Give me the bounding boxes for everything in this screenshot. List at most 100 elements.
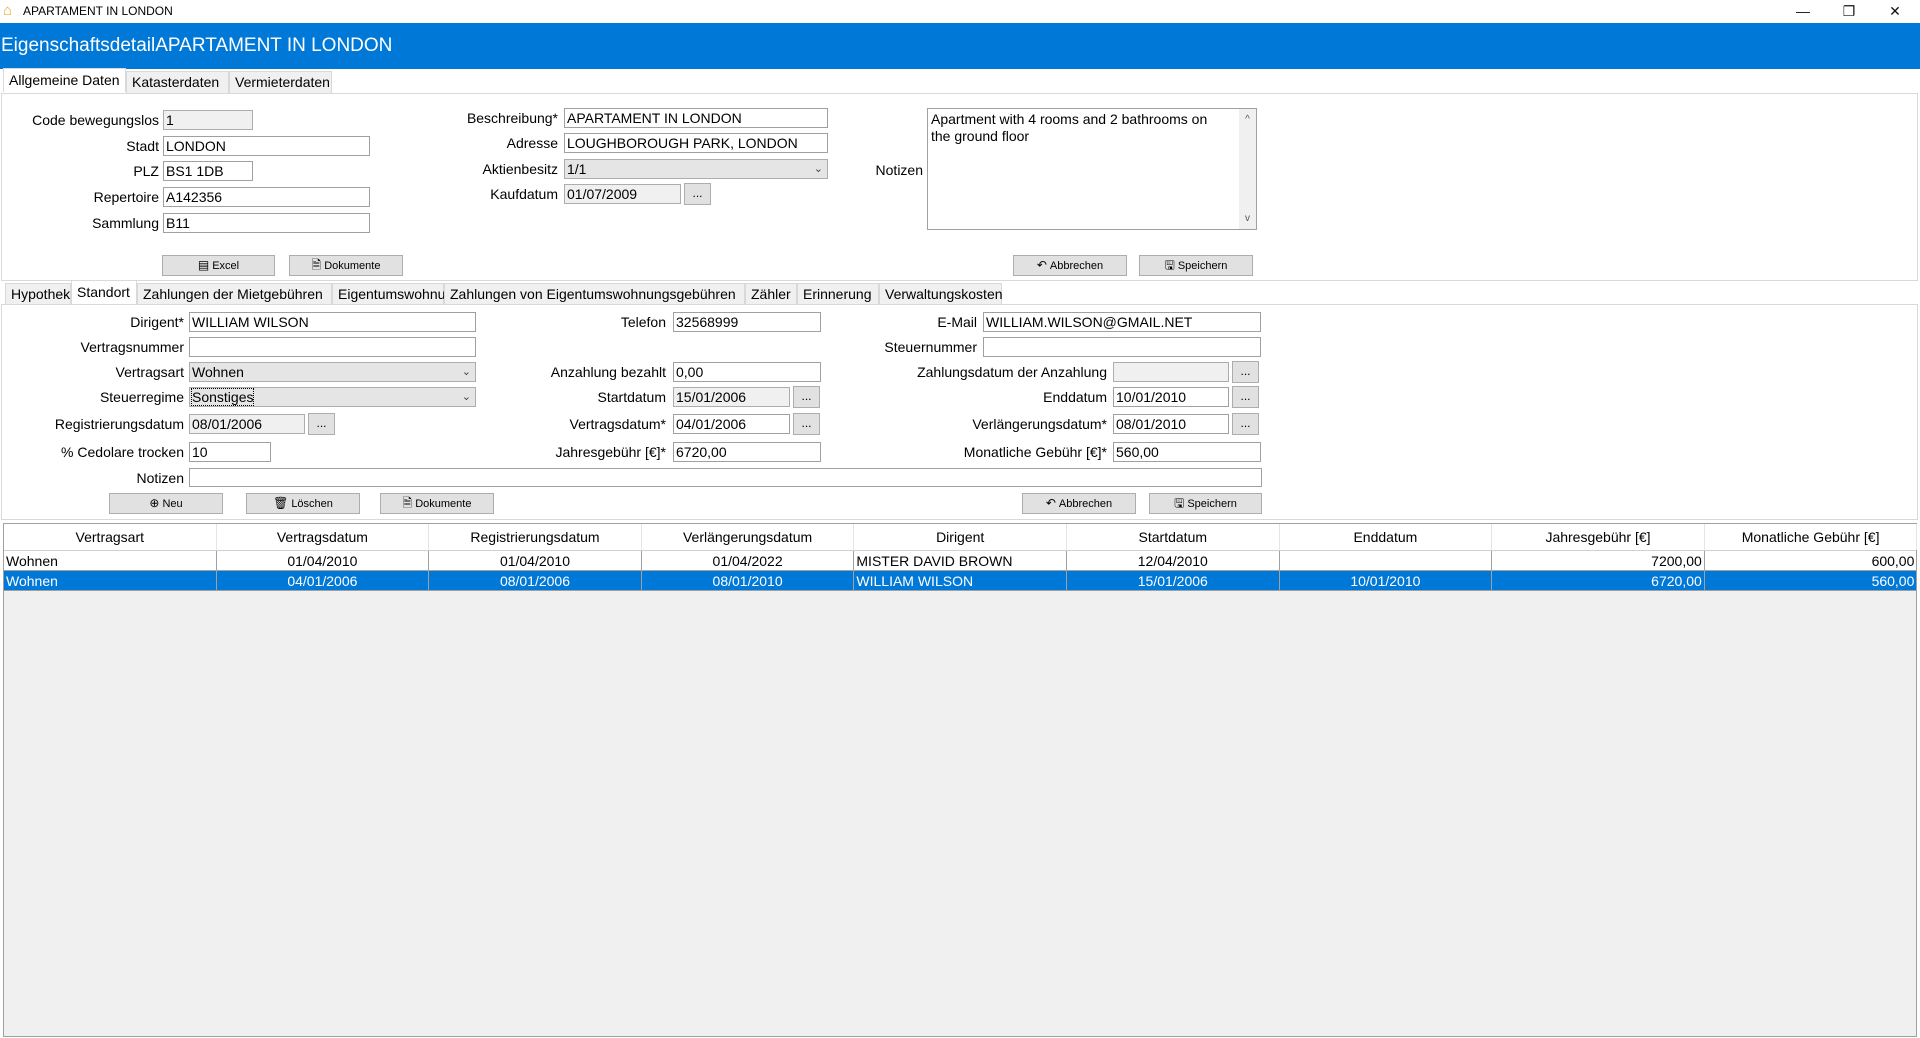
kaufdatum-date-picker-button[interactable]: ...: [684, 183, 711, 205]
adresse-input[interactable]: LOUGHBOROUGH PARK, LONDON: [564, 133, 828, 153]
monatliche-label: Monatliche Gebühr [€]*: [963, 444, 1107, 460]
plz-label: PLZ: [133, 163, 159, 179]
table-row[interactable]: Wohnen 01/04/2010 01/04/2010 01/04/2022 MIST…: [4, 551, 1918, 571]
cedolare-value: 10: [192, 444, 208, 460]
sub-tab-bar: Hypothek Standort Zahlungen der Mietgebühr…: [5, 280, 1918, 305]
contract-speichern-button[interactable]: 🖫 Speichern: [1149, 493, 1262, 514]
undo-icon: ↶: [1045, 496, 1056, 510]
startdatum-value: 15/01/2006: [676, 389, 747, 405]
general-dokumente-button[interactable]: 🗎 Dokumente: [289, 255, 403, 276]
aktienbesitz-dropdown[interactable]: 1/1 ⌄: [564, 159, 828, 179]
contract-loeschen-button[interactable]: 🗑 Löschen: [246, 493, 360, 514]
tab-vermieterdaten[interactable]: Vermieterdaten: [229, 71, 332, 93]
trash-icon: 🗑: [273, 496, 289, 510]
email-input[interactable]: WILLIAM.WILSON@GMAIL.NET: [983, 312, 1261, 332]
sammlung-input[interactable]: B11: [163, 213, 370, 233]
button-label: Dokumente: [415, 498, 472, 510]
startdatum-input[interactable]: 15/01/2006: [673, 387, 790, 407]
general-speichern-button[interactable]: 🖫 Speichern: [1139, 255, 1253, 276]
vertragsdatum-input[interactable]: 04/01/2006: [673, 414, 790, 434]
sammlung-label: Sammlung: [92, 215, 159, 231]
enddatum-label: Enddatum: [1043, 389, 1107, 405]
adresse-value: LOUGHBOROUGH PARK, LONDON: [567, 135, 798, 151]
steuerregime-label: Steuerregime: [99, 389, 184, 405]
notizen-input[interactable]: [189, 468, 1262, 487]
vertragsart-label: Vertragsart: [115, 364, 184, 380]
general-abbrechen-button[interactable]: ↶ Abbrechen: [1013, 255, 1127, 276]
button-label: Excel: [212, 260, 240, 272]
column-header[interactable]: Dirigent: [854, 524, 1067, 550]
zahlungsdatum-label: Zahlungsdatum der Anzahlung: [917, 364, 1107, 380]
table-row[interactable]: Wohnen 04/01/2006 08/01/2006 08/01/2010 WILL…: [4, 571, 1918, 591]
save-icon: 🖫: [1164, 258, 1175, 272]
zahlungsdatum-date-picker-button[interactable]: ...: [1232, 361, 1259, 383]
stadt-label: Stadt: [126, 138, 159, 154]
aktienbesitz-value: 1/1: [567, 161, 587, 177]
tab-eigentumswohnung[interactable]: Eigentumswohnung: [332, 283, 461, 305]
column-header[interactable]: Registrierungsdatum: [429, 524, 642, 550]
beschreibung-input[interactable]: APARTAMENT IN LONDON: [564, 108, 828, 128]
zahlungsdatum-input[interactable]: [1113, 362, 1229, 382]
column-header[interactable]: Startdatum: [1067, 524, 1280, 550]
table-cell: Wohnen: [4, 551, 217, 570]
restore-button[interactable]: ❐: [1826, 0, 1872, 23]
plz-input[interactable]: BS1 1DB: [163, 161, 253, 181]
close-button[interactable]: ✕: [1872, 0, 1918, 23]
repertoire-label: Repertoire: [93, 189, 159, 205]
jahresgebuehr-label: Jahresgebühr [€]*: [555, 444, 666, 460]
enddatum-date-picker-button[interactable]: ...: [1232, 386, 1259, 408]
tab-erinnerung[interactable]: Erinnerung: [797, 283, 879, 305]
table-cell: 560,00: [1705, 571, 1918, 590]
title-bar: ⌂ APARTAMENT IN LONDON — ❐ ✕: [0, 0, 1920, 23]
enddatum-input[interactable]: 10/01/2010: [1113, 387, 1229, 407]
contract-abbrechen-button[interactable]: ↶ Abbrechen: [1022, 493, 1136, 514]
tab-zähler[interactable]: Zähler: [745, 283, 797, 305]
notes-scrollbar[interactable]: ^ v: [1239, 109, 1256, 229]
tab-hypothek[interactable]: Hypothek: [5, 283, 71, 305]
cedolare-input[interactable]: 10: [189, 442, 271, 462]
steuernummer-input[interactable]: [983, 337, 1261, 357]
table-cell: 04/01/2006: [217, 571, 430, 590]
document-icon: 🗎: [402, 496, 413, 510]
startdatum-label: Startdatum: [597, 389, 666, 405]
verlaengerungsdatum-input[interactable]: 08/01/2010: [1113, 414, 1229, 434]
table-cell: 01/04/2010: [217, 551, 430, 570]
column-header[interactable]: Verlängerungsdatum: [642, 524, 855, 550]
column-header[interactable]: Enddatum: [1280, 524, 1493, 550]
column-header[interactable]: Vertragsart: [4, 524, 217, 550]
minimize-button[interactable]: —: [1780, 0, 1826, 23]
tab-verwaltungskosten[interactable]: Verwaltungskosten: [879, 283, 1003, 305]
button-label: Abbrechen: [1058, 498, 1113, 510]
column-header[interactable]: Vertragsdatum: [217, 524, 430, 550]
tab-zahlungen-von-eigentumswohnungsgebühren[interactable]: Zahlungen von Eigentumswohnungsgebühren: [444, 283, 745, 305]
tab-katasterdaten[interactable]: Katasterdaten: [126, 71, 229, 93]
verlaengerungsdatum-value: 08/01/2010: [1116, 416, 1187, 432]
kaufdatum-input[interactable]: 01/07/2009: [564, 184, 681, 204]
column-header[interactable]: Jahresgebühr [€]: [1492, 524, 1705, 550]
contract-dokumente-button[interactable]: 🗎 Dokumente: [380, 493, 494, 514]
notes-label: Notizen: [875, 162, 923, 178]
jahresgebuehr-input[interactable]: 6720,00: [673, 442, 821, 462]
monatliche-input[interactable]: 560,00: [1113, 442, 1261, 462]
general-excel-button[interactable]: ▤ Excel: [162, 255, 275, 276]
code-input[interactable]: 1: [163, 110, 253, 130]
tab-zahlungen-der-mietgebühren[interactable]: Zahlungen der Mietgebühren: [137, 283, 332, 305]
telefon-label: Telefon: [620, 314, 666, 330]
anzahlung-input[interactable]: 0,00: [673, 362, 821, 382]
vertragsnummer-input[interactable]: [189, 337, 476, 357]
notes-textarea[interactable]: Apartment with 4 rooms and 2 bathrooms o…: [927, 108, 1257, 230]
button-label: Speichern: [1177, 260, 1228, 272]
contract-neu-button[interactable]: ⊕ Neu: [109, 493, 223, 514]
chevron-down-icon: ⌄: [813, 163, 823, 175]
button-label: Dokumente: [324, 260, 381, 272]
verlaengerungsdatum-date-picker-button[interactable]: ...: [1232, 413, 1259, 435]
dirigent-value: WILLIAM WILSON: [192, 314, 309, 330]
plus-circle-icon: ⊕: [149, 496, 160, 510]
tab-allgemeine-daten[interactable]: Allgemeine Daten: [3, 68, 126, 92]
button-label: Abbrechen: [1049, 260, 1104, 272]
registrierungsdatum-input[interactable]: 08/01/2006: [189, 414, 305, 434]
registrierungsdatum-date-picker-button[interactable]: ...: [308, 413, 335, 435]
table-cell: MISTER DAVID BROWN: [854, 551, 1067, 570]
column-header[interactable]: Monatliche Gebühr [€]: [1705, 524, 1918, 550]
tab-standort[interactable]: Standort: [71, 280, 137, 304]
